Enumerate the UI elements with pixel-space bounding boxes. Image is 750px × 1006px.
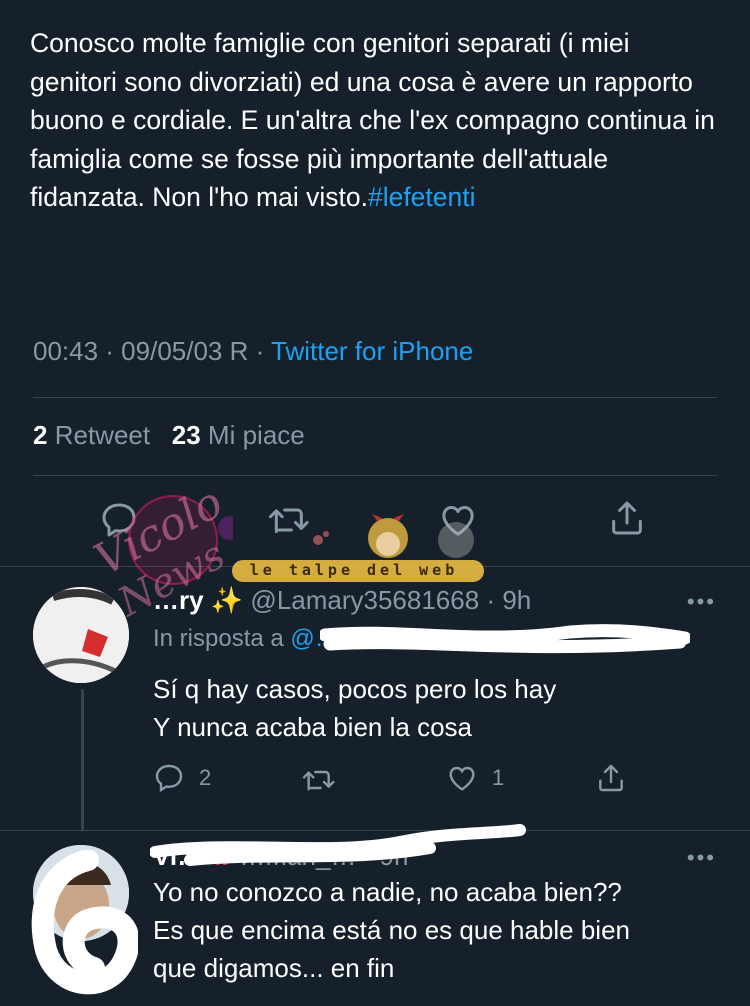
divider (33, 397, 717, 398)
share-icon[interactable] (607, 498, 647, 538)
like-label[interactable]: Mi piace (208, 420, 305, 450)
reply-tweet[interactable]: …ry ✨ @Lamary35681668 · 9h ••• In rispos… (0, 567, 750, 830)
tweet-source-link[interactable]: Twitter for iPhone (271, 336, 473, 366)
reply-line: que digamos... en fin (153, 953, 395, 983)
retweet-icon[interactable] (300, 764, 336, 796)
reply-to-label: In risposta a (153, 625, 291, 652)
reply-icon[interactable] (153, 762, 185, 794)
avatar[interactable] (33, 587, 129, 683)
reply-to-mentions[interactable]: @… (290, 625, 338, 652)
user-handle[interactable]: …Man_… (239, 841, 356, 871)
tweet-meta: 00:43 · 09/05/03 R · Twitter for iPhone (33, 336, 473, 367)
tweet-timestamp: 00:43 · 09/05/03 R · (33, 336, 272, 366)
reply-text: Sí q hay casos, pocos pero los hay Y nun… (153, 670, 556, 746)
retweet-count[interactable]: 2 (33, 420, 47, 450)
heart-icon[interactable] (446, 762, 478, 794)
reply-icon[interactable] (99, 500, 139, 540)
like-count[interactable]: 23 (172, 420, 201, 450)
reply-tweet[interactable]: Vi… ✿ …Man_… · 9h ••• Yo no conozco a na… (0, 831, 750, 1006)
reply-action[interactable]: 2 (153, 762, 211, 794)
thread-line (81, 689, 84, 830)
more-icon[interactable]: ••• (687, 845, 716, 871)
reply-line: Sí q hay casos, pocos pero los hay (153, 674, 557, 704)
reply-time: · 9h (486, 585, 532, 615)
reply-line: Yo no conozco a nadie, no acaba bien?? (153, 877, 622, 907)
reply-line: Es que encima está no es que hable bien (153, 915, 631, 945)
user-handle[interactable]: @Lamary35681668 (250, 585, 479, 615)
reply-header: Vi… ✿ …Man_… · 9h (153, 841, 408, 872)
like-action[interactable]: 1 (446, 762, 504, 794)
tweet-text: Conosco molte famiglie con genitori sepa… (30, 24, 720, 217)
like-count: 1 (492, 765, 505, 790)
retweet-label[interactable]: Retweet (55, 420, 150, 450)
reply-text: Yo no conozco a nadie, no acaba bien?? E… (153, 873, 630, 987)
reply-to-line: In risposta a @… (153, 625, 339, 653)
divider (33, 475, 717, 476)
retweet-icon[interactable] (266, 500, 310, 540)
avatar-image (33, 587, 129, 683)
reply-line: Y nunca acaba bien la cosa (153, 712, 472, 742)
avatar[interactable] (33, 845, 129, 941)
display-name[interactable]: …ry ✨ (153, 585, 243, 615)
rose-emoji-icon: ✿ (210, 841, 233, 871)
more-icon[interactable]: ••• (687, 589, 716, 615)
reply-time: · 9h (363, 841, 409, 871)
heart-icon[interactable] (438, 500, 478, 540)
share-icon[interactable] (595, 762, 627, 794)
display-name[interactable]: Vi… (153, 841, 203, 871)
avatar-image (33, 845, 129, 941)
reply-count: 2 (199, 765, 212, 790)
hashtag-link[interactable]: #lefetenti (368, 182, 476, 212)
tweet-stats: 2 Retweet 23 Mi piace (33, 420, 305, 451)
reply-header: …ry ✨ @Lamary35681668 · 9h (153, 585, 531, 616)
